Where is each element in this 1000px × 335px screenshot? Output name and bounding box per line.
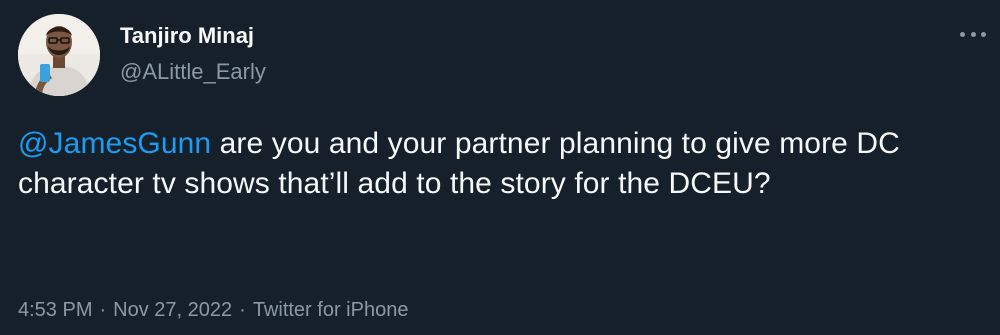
tweet-source[interactable]: Twitter for iPhone (253, 299, 409, 321)
tweet-header: Tanjiro Minaj @ALittle_Early (18, 14, 266, 96)
mention-link[interactable]: @JamesGunn (18, 127, 211, 160)
display-name[interactable]: Tanjiro Minaj (120, 22, 266, 50)
more-options-icon-dot (970, 31, 976, 37)
meta-separator: · (99, 299, 107, 321)
meta-separator: · (239, 299, 246, 321)
author-names: Tanjiro Minaj @ALittle_Early (120, 14, 266, 96)
more-options-button[interactable] (960, 22, 986, 46)
more-options-icon (960, 31, 965, 37)
more-options-icon-dot (981, 31, 986, 37)
user-handle[interactable]: @ALittle_Early (120, 58, 266, 86)
avatar[interactable] (18, 14, 100, 96)
tweet-date[interactable]: Nov 27, 2022 (113, 299, 232, 321)
tweet-time[interactable]: 4:53 PM (18, 299, 92, 321)
avatar-photo (18, 14, 100, 96)
tweet-text: @JamesGunn are you and your partner plan… (18, 124, 988, 204)
tweet: Tanjiro Minaj @ALittle_Early @JamesGunn … (0, 0, 1000, 335)
tweet-meta: 4:53 PM · Nov 27, 2022 · Twitter for iPhone (18, 296, 408, 324)
